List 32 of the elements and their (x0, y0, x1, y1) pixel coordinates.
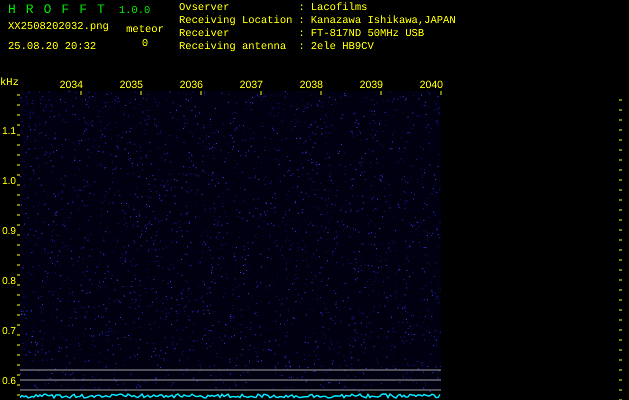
info-separator: : (298, 2, 305, 15)
info-value: 2ele HB9CV (310, 41, 375, 54)
info-value: Lacofilms (310, 2, 368, 15)
info-label: Receiver (179, 28, 230, 41)
info-label: Ovserver (179, 2, 230, 15)
app-title: HROFFT (8, 2, 115, 17)
meteor-count: 0 (142, 38, 148, 51)
info-label: Receiving Location (179, 15, 292, 28)
x-tick-label: 2034 (60, 79, 83, 91)
date-time: 25.08.20 20:32 (8, 41, 98, 54)
x-tick-label: 2038 (300, 79, 323, 91)
y-tick-label: 0.9 (2, 226, 16, 237)
unit-label: kHz (0, 77, 19, 89)
meteor-label: meteor (126, 24, 164, 37)
x-tick-label: 2036 (180, 79, 203, 91)
app-version: 1.0.0 (118, 5, 150, 17)
y-tick-label: 1.1 (2, 126, 16, 137)
file-name: XX2508202032.png (8, 21, 110, 34)
info-separator: : (298, 15, 305, 28)
x-tick-label: 2037 (240, 79, 263, 91)
info-label: Receiving antenna (179, 41, 288, 54)
y-tick-label: 0.8 (2, 276, 16, 287)
info-separator: : (298, 41, 305, 54)
y-tick-label: 0.6 (2, 376, 16, 387)
info-separator: : (298, 28, 305, 41)
info-value: Kanazawa Ishikawa,JAPAN (310, 15, 456, 28)
y-tick-label: 0.7 (2, 326, 16, 337)
info-value: FT-817ND 50MHz USB (310, 28, 426, 41)
y-tick-label: 1.0 (2, 176, 16, 187)
x-tick-label: 2035 (120, 79, 143, 91)
x-tick-label: 2040 (420, 79, 443, 91)
x-tick-label: 2039 (360, 79, 383, 91)
